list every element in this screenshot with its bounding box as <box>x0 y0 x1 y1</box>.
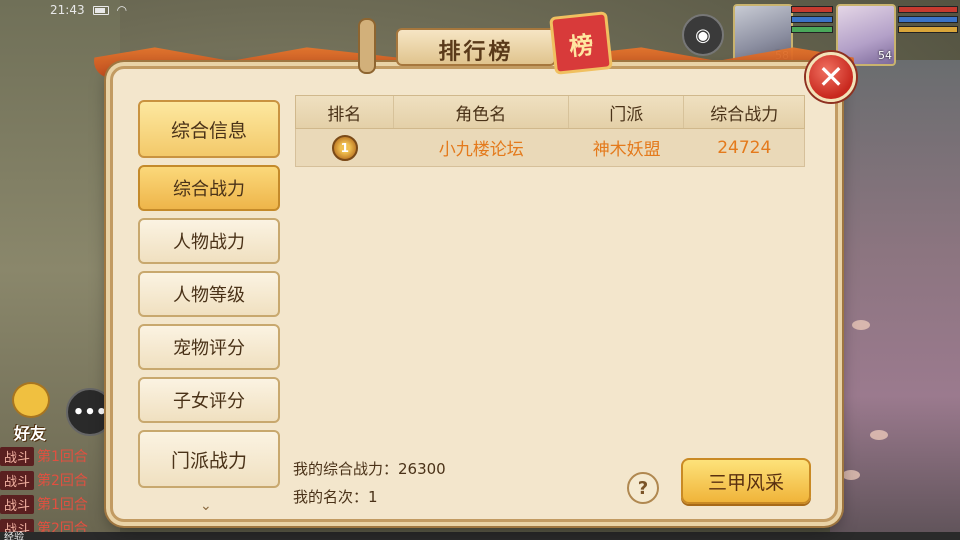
player-status-bars <box>898 6 958 36</box>
close-button[interactable]: ✕ <box>806 52 856 102</box>
header-rank: 排名 <box>296 96 394 128</box>
pet-status-bars <box>791 6 833 36</box>
experience-bar: 经验 <box>0 532 960 540</box>
mp-bar <box>791 16 833 23</box>
help-button[interactable]: ? <box>627 472 659 504</box>
hp-bar <box>898 6 958 13</box>
battle-log-row: 战斗 第1回合 <box>0 492 110 516</box>
mp-bar <box>898 16 958 23</box>
petal-decoration <box>842 470 860 480</box>
portrait-level: 54 <box>878 49 892 62</box>
tab-children-score[interactable]: 子女评分 <box>138 377 280 423</box>
background-right <box>830 60 960 540</box>
friend-label: 好友 <box>14 424 47 443</box>
battle-log-tag: 战斗 <box>0 470 35 490</box>
table-header: 排名 角色名 门派 综合战力 <box>295 95 805 129</box>
anger-bar <box>898 26 958 33</box>
seal-glyph: 榜 <box>567 30 595 61</box>
tab-character-power[interactable]: 人物战力 <box>138 218 280 264</box>
camera-button[interactable]: ◉ <box>682 14 724 56</box>
battle-log-row: 战斗 第1回合 <box>0 444 110 468</box>
name-cell: 小九楼论坛 <box>438 140 524 160</box>
tab-overall-info[interactable]: 综合信息 <box>138 100 280 158</box>
tab-faction-power[interactable]: 门派战力 <box>138 430 280 488</box>
rank-medal-icon: 1 <box>331 134 358 161</box>
exp-mini-bar <box>791 26 833 33</box>
battle-log-text: 第1回合 <box>37 449 88 465</box>
battle-log-text: 第1回合 <box>37 497 88 513</box>
rank-cell: 1 <box>296 129 394 166</box>
petal-decoration <box>870 430 888 440</box>
chat-button[interactable]: ••• <box>66 388 114 436</box>
ranking-seal-icon: 榜 <box>549 11 613 75</box>
wifi-icon: ◠ <box>116 3 128 17</box>
help-icon: ? <box>637 477 649 499</box>
hp-bar <box>791 6 833 13</box>
tab-overall-power[interactable]: 综合战力 <box>138 165 280 211</box>
camera-icon: ◉ <box>695 24 711 46</box>
battle-log-tag: 战斗 <box>0 446 35 466</box>
chat-icon: ••• <box>72 401 108 423</box>
header-name: 角色名 <box>394 96 569 128</box>
top-three-button[interactable]: 三甲风采 <box>681 458 811 504</box>
friend-button[interactable]: 好友 <box>4 380 62 443</box>
experience-label: 经验 <box>4 532 24 540</box>
table-row[interactable]: 1 小九楼论坛 神木妖盟 24724 <box>295 129 805 167</box>
scroll-down-icon[interactable]: ⌄ <box>200 498 212 514</box>
petal-decoration <box>852 320 870 330</box>
status-bar: 21:43 ◠ <box>50 0 127 20</box>
header-power: 综合战力 <box>710 104 779 125</box>
my-power-text: 我的综合战力：26300 <box>293 460 446 478</box>
battle-log: 战斗 第1回合 战斗 第2回合 战斗 第1回合 战斗 第2回合 <box>0 444 110 540</box>
header-faction: 门派 <box>569 96 685 128</box>
my-rank-text: 我的名次：1 <box>293 488 378 506</box>
friend-icon <box>12 382 50 418</box>
scroll-decoration <box>358 18 376 74</box>
tab-pet-score[interactable]: 宠物评分 <box>138 324 280 370</box>
faction-cell: 神木妖盟 <box>592 140 661 160</box>
battery-icon <box>92 5 109 15</box>
panel-title: 排行榜 <box>438 40 514 65</box>
close-icon: ✕ <box>817 58 845 96</box>
clock: 21:43 <box>50 3 85 17</box>
power-cell: 24724 <box>717 137 772 158</box>
battle-log-text: 第2回合 <box>37 473 88 489</box>
battle-log-row: 战斗 第2回合 <box>0 468 110 492</box>
tab-character-level[interactable]: 人物等级 <box>138 271 280 317</box>
battle-log-tag: 战斗 <box>0 494 35 514</box>
category-tabs: 综合信息 综合战力 人物战力 人物等级 宠物评分 子女评分 门派战力 <box>138 100 280 495</box>
ranking-table: 排名 角色名 门派 综合战力 1 小九楼论坛 神木妖盟 24724 <box>295 95 805 167</box>
